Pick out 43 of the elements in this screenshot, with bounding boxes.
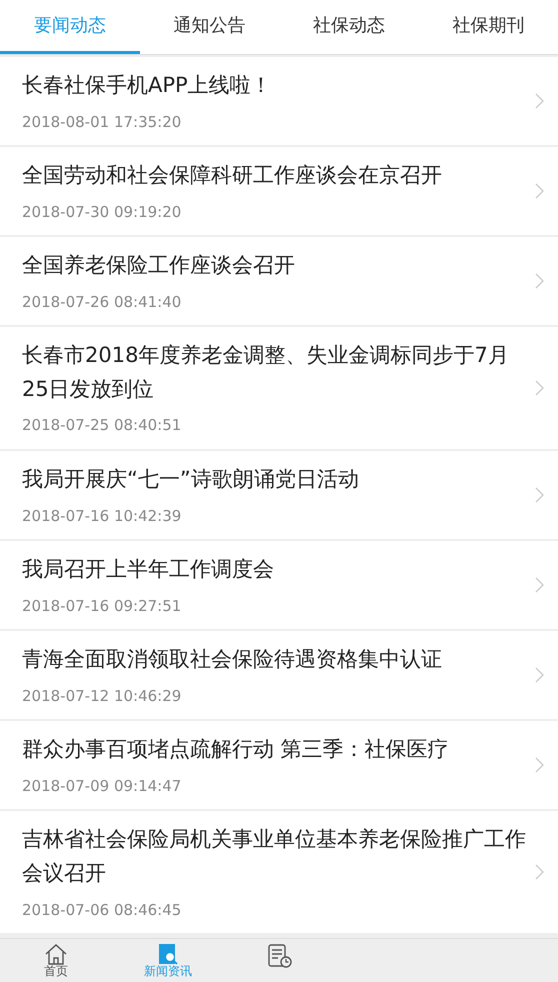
- news-time: 2018-07-09 09:14:47: [22, 776, 182, 797]
- chevron-right-icon: [535, 93, 544, 110]
- news-title: 全国养老保险工作座谈会召开: [22, 252, 296, 280]
- news-title: 群众办事百项堵点疏解行动 第三季：社保医疗: [22, 736, 450, 764]
- news-item[interactable]: 我局召开上半年工作调度会 2018-07-16 09:27:51: [0, 541, 558, 630]
- tab[interactable]: 社保动态: [279, 0, 418, 54]
- news-item[interactable]: 青海全面取消领取社会保险待遇资格集中认证 2018-07-12 10:46:29: [0, 631, 558, 720]
- chevron-right-icon: [535, 757, 544, 774]
- chevron-right-icon: [535, 487, 544, 504]
- news-item[interactable]: 我局开展庆“七一”诗歌朗诵党日活动 2018-07-16 10:42:39: [0, 450, 558, 540]
- news-title: 我局开展庆“七一”诗歌朗诵党日活动: [22, 466, 360, 493]
- home-icon: [44, 943, 68, 965]
- news-item[interactable]: 群众办事百项堵点疏解行动 第三季：社保医疗 2018-07-09 09:14:47: [0, 721, 558, 810]
- news-title: 青海全面取消领取社会保险待遇资格集中认证: [22, 646, 443, 674]
- nav-tab[interactable]: 首页: [0, 939, 112, 982]
- news-time: 2018-07-06 08:46:45: [22, 900, 182, 921]
- document-clock-icon: [267, 943, 293, 969]
- news-title: 我局召开上半年工作调度会: [22, 556, 275, 584]
- chevron-right-icon: [535, 864, 544, 880]
- news-time: 2018-07-26 08:41:40: [22, 292, 182, 313]
- chevron-right-icon: [535, 667, 544, 684]
- chevron-right-icon: [535, 273, 544, 290]
- news-title: 全国劳动和社会保障科研工作座谈会在京召开: [22, 162, 443, 190]
- news-time: 2018-07-12 10:46:29: [22, 686, 182, 707]
- search-document-icon: [157, 943, 179, 965]
- news-item[interactable]: 长春社保手机APP上线啦！ 2018-08-01 17:35:20: [0, 57, 558, 146]
- news-time: 2018-07-25 08:40:51: [22, 415, 182, 436]
- tab[interactable]: 社保期刊: [418, 0, 558, 54]
- news-item[interactable]: 全国劳动和社会保障科研工作座谈会在京召开 2018-07-30 09:19:20: [0, 147, 558, 236]
- news-time: 2018-07-16 09:27:51: [22, 596, 182, 617]
- news-item[interactable]: 吉林省社会保险局机关事业单位基本养老保险推广工作会议召开 2018-07-06 08:46:45: [0, 811, 558, 934]
- news-title: 长春社保手机APP上线啦！: [22, 72, 273, 99]
- news-title: 长春市2018年度养老金调整、失业金调标同步于7月25日发放到位: [22, 342, 510, 403]
- tab[interactable]: 通知公告: [140, 0, 279, 54]
- news-time: 2018-08-01 17:35:20: [22, 112, 182, 133]
- chevron-right-icon: [535, 577, 544, 594]
- chevron-right-icon: [535, 380, 544, 396]
- news-title: 吉林省社会保险局机关事业单位基本养老保险推广工作会议召开: [22, 826, 527, 887]
- news-time: 2018-07-30 09:19:20: [22, 202, 182, 223]
- chevron-right-icon: [535, 183, 544, 200]
- news-time: 2018-07-16 10:42:39: [22, 506, 182, 527]
- news-item[interactable]: 全国养老保险工作座谈会召开 2018-07-26 08:41:40: [0, 237, 558, 326]
- news-item[interactable]: 长春市2018年度养老金调整、失业金调标同步于7月25日发放到位 2018-07-25 08:40:51: [0, 327, 558, 449]
